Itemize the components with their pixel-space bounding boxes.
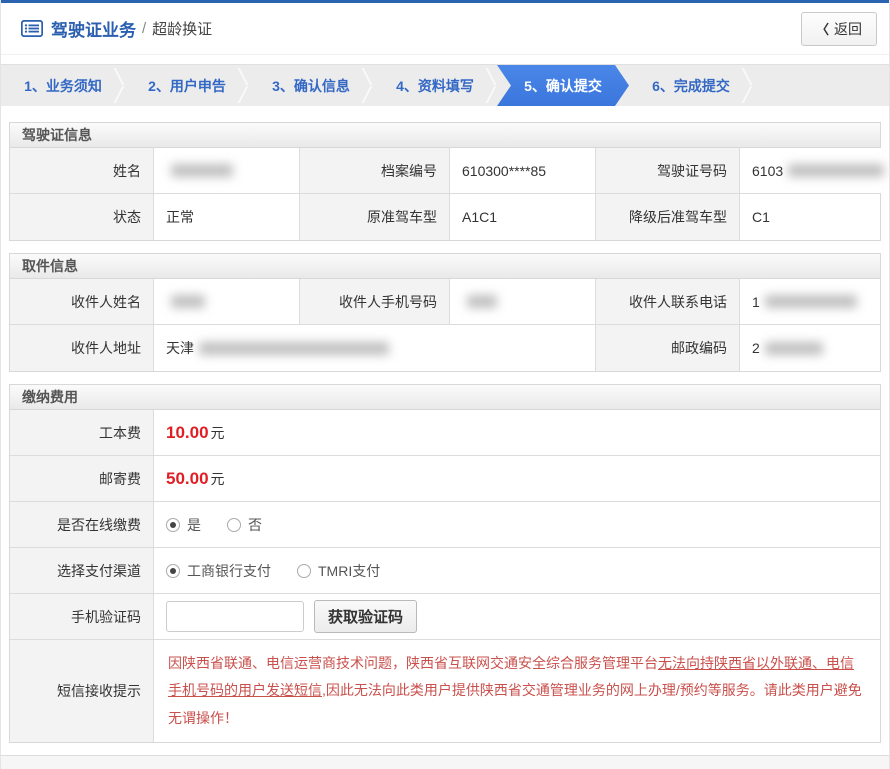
mailing-fee-value: 50.00 元 bbox=[154, 456, 880, 501]
name-label: 姓名 bbox=[10, 148, 154, 193]
form-list-icon bbox=[21, 20, 43, 37]
sms-code-label: 手机验证码 bbox=[10, 594, 154, 639]
back-chevron-icon: 〈 bbox=[815, 22, 829, 37]
table-row: 是否在线缴费 是 否 bbox=[10, 502, 880, 548]
recipient-phone-value: 1 bbox=[740, 279, 880, 324]
redacted-blur bbox=[199, 341, 389, 355]
step-2: 2、用户申告 bbox=[125, 65, 249, 106]
license-info-title: 驾驶证信息 bbox=[10, 123, 880, 148]
radio-channel-icbc[interactable]: 工商银行支付 bbox=[166, 561, 271, 581]
table-row: 邮寄费 50.00 元 bbox=[10, 456, 880, 502]
step-5-active: 5、确认提交 bbox=[497, 65, 629, 106]
step-6: 6、完成提交 bbox=[629, 65, 753, 106]
radio-label: 否 bbox=[248, 516, 262, 533]
redacted-blur bbox=[467, 295, 497, 308]
license-no-value: 6103 bbox=[740, 148, 885, 193]
channel-label: 选择支付渠道 bbox=[10, 548, 154, 593]
radio-label: TMRI支付 bbox=[318, 562, 381, 579]
redacted-blur bbox=[764, 295, 857, 308]
radio-unselected-icon bbox=[227, 517, 241, 532]
redacted-blur bbox=[171, 295, 205, 308]
breadcrumb-divider: / bbox=[142, 20, 147, 37]
redacted-blur bbox=[764, 341, 823, 355]
name-value bbox=[154, 148, 300, 193]
table-row: 收件人地址 天津 邮政编码 2 bbox=[10, 325, 880, 371]
production-fee-value: 10.00 元 bbox=[154, 410, 880, 455]
pickup-info-title: 取件信息 bbox=[10, 254, 880, 279]
redacted-blur bbox=[171, 164, 233, 177]
step-progress-bar: 1、业务须知 2、用户申告 3、确认信息 4、资料填写 5、确认提交 6、完成提… bbox=[1, 64, 889, 106]
table-row: 工本费 10.00 元 bbox=[10, 410, 880, 456]
page-container: 驾驶证业务 / 超龄换证 〈 返回 1、业务须知 2、用户申告 3、确认信息 4… bbox=[0, 0, 890, 769]
recipient-address-label: 收件人地址 bbox=[10, 325, 154, 371]
sms-code-input[interactable] bbox=[166, 601, 304, 632]
recipient-mobile-value bbox=[450, 279, 596, 324]
sms-notice-label: 短信接收提示 bbox=[10, 640, 154, 742]
radio-channel-tmri[interactable]: TMRI支付 bbox=[297, 561, 380, 581]
mailing-fee-label: 邮寄费 bbox=[10, 456, 154, 501]
downgraded-class-value: C1 bbox=[740, 194, 880, 240]
get-code-button[interactable]: 获取验证码 bbox=[314, 600, 418, 633]
channel-options: 工商银行支付 TMRI支付 bbox=[154, 548, 880, 593]
postal-code-label: 邮政编码 bbox=[596, 325, 740, 371]
table-row: 手机验证码 获取验证码 bbox=[10, 594, 880, 640]
mailing-fee-amount: 50.00 bbox=[166, 468, 209, 488]
payment-title: 缴纳费用 bbox=[10, 385, 880, 410]
online-payment-label: 是否在线缴费 bbox=[10, 502, 154, 547]
license-info-section: 驾驶证信息 姓名 档案编号 610300****85 驾驶证号码 6103 状态… bbox=[9, 122, 885, 241]
table-row: 状态 正常 原准驾车型 A1C1 降级后准驾车型 C1 bbox=[10, 194, 880, 240]
payment-section: 缴纳费用 工本费 10.00 元 邮寄费 50.00 元 是否在线缴费 是 否 … bbox=[9, 384, 881, 743]
sms-notice-text: 因陕西省联通、电信运营商技术问题，陕西省互联网交通安全综合服务管理平台无法向持陕… bbox=[154, 640, 880, 742]
fee-unit: 元 bbox=[210, 470, 225, 487]
radio-selected-icon bbox=[166, 563, 180, 578]
status-label: 状态 bbox=[10, 194, 154, 240]
step-1: 1、业务须知 bbox=[1, 65, 125, 106]
file-no-label: 档案编号 bbox=[300, 148, 450, 193]
step-3: 3、确认信息 bbox=[249, 65, 373, 106]
recipient-name-value bbox=[154, 279, 300, 324]
sms-code-field: 获取验证码 bbox=[154, 594, 880, 639]
table-row: 收件人姓名 收件人手机号码 收件人联系电话 1 bbox=[10, 279, 880, 325]
recipient-phone-label: 收件人联系电话 bbox=[596, 279, 740, 324]
radio-selected-icon bbox=[166, 517, 180, 532]
original-class-value: A1C1 bbox=[450, 194, 596, 240]
radio-unselected-icon bbox=[297, 563, 311, 578]
downgraded-class-label: 降级后准驾车型 bbox=[596, 194, 740, 240]
main-content: 驾驶证信息 姓名 档案编号 610300****85 驾驶证号码 6103 状态… bbox=[1, 106, 889, 755]
postal-code-value: 2 bbox=[740, 325, 880, 371]
status-value: 正常 bbox=[154, 194, 300, 240]
redacted-blur bbox=[788, 164, 885, 177]
recipient-name-label: 收件人姓名 bbox=[10, 279, 154, 324]
original-class-label: 原准驾车型 bbox=[300, 194, 450, 240]
pickup-info-section: 取件信息 收件人姓名 收件人手机号码 收件人联系电话 1 收件人地址 天津 邮政… bbox=[9, 253, 881, 372]
page-title: 驾驶证业务 bbox=[51, 21, 136, 40]
table-row: 短信接收提示 因陕西省联通、电信运营商技术问题，陕西省互联网交通安全综合服务管理… bbox=[10, 640, 880, 742]
fee-unit: 元 bbox=[210, 424, 225, 441]
breadcrumb-subtitle: 超龄换证 bbox=[152, 21, 213, 38]
online-payment-options: 是 否 bbox=[154, 502, 880, 547]
production-fee-amount: 10.00 bbox=[166, 422, 209, 442]
table-row: 姓名 档案编号 610300****85 驾驶证号码 6103 bbox=[10, 148, 885, 194]
page-header: 驾驶证业务 / 超龄换证 〈 返回 bbox=[1, 3, 889, 55]
recipient-mobile-label: 收件人手机号码 bbox=[300, 279, 450, 324]
step-4: 4、资料填写 bbox=[373, 65, 497, 106]
back-button[interactable]: 〈 返回 bbox=[800, 11, 877, 46]
file-no-value: 610300****85 bbox=[450, 148, 596, 193]
recipient-address-value: 天津 bbox=[154, 325, 596, 371]
radio-online-yes[interactable]: 是 bbox=[166, 515, 201, 535]
license-no-label: 驾驶证号码 bbox=[596, 148, 740, 193]
table-row: 选择支付渠道 工商银行支付 TMRI支付 bbox=[10, 548, 880, 594]
radio-online-no[interactable]: 否 bbox=[227, 515, 262, 535]
back-button-label: 返回 bbox=[834, 20, 862, 37]
radio-label: 工商银行支付 bbox=[187, 562, 271, 579]
footer-action-bar: 上一步 完成 bbox=[1, 754, 889, 769]
production-fee-label: 工本费 bbox=[10, 410, 154, 455]
radio-label: 是 bbox=[187, 516, 201, 533]
